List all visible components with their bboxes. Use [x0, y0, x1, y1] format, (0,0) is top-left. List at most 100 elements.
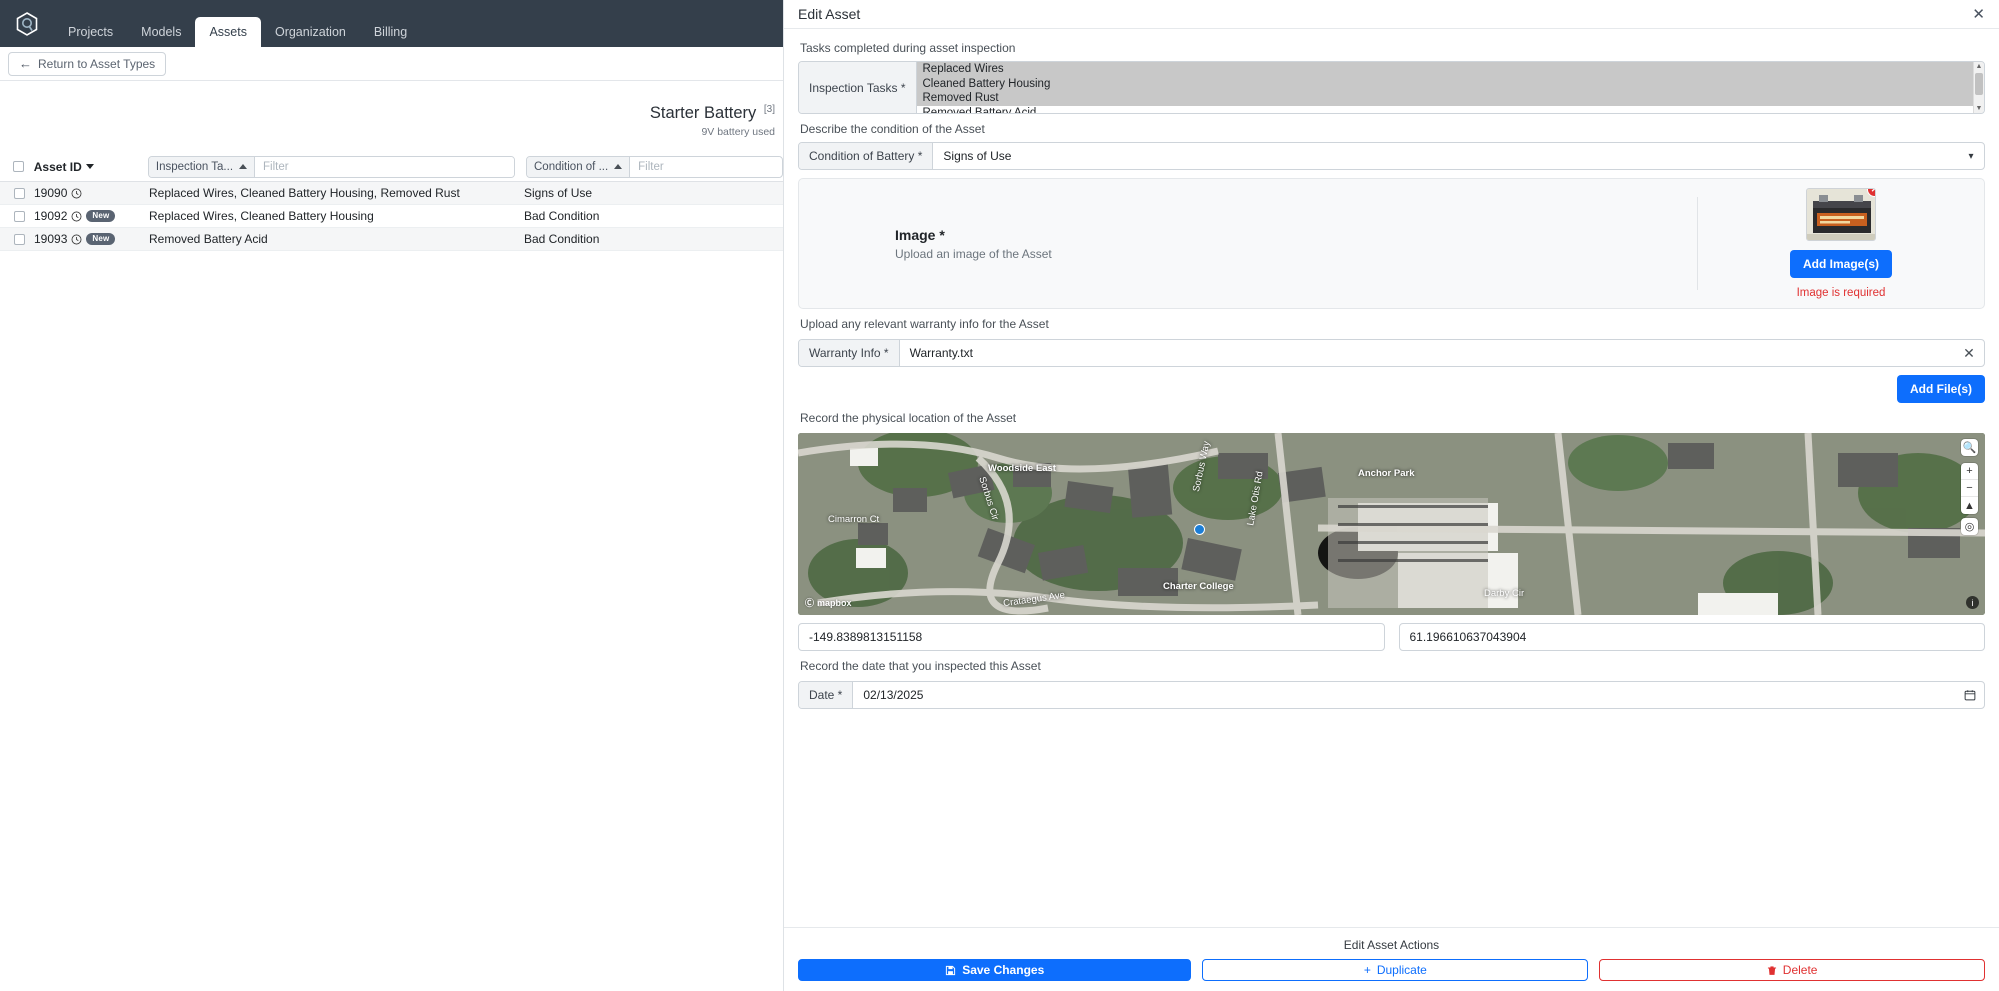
nav-tab-label: Projects	[68, 25, 114, 39]
inspection-tasks-multiselect[interactable]: Inspection Tasks * Replaced Wires Cleane…	[798, 61, 1985, 114]
add-files-button[interactable]: Add File(s)	[1897, 375, 1985, 403]
cell-condition: Bad Condition	[524, 209, 600, 223]
coordinates-row: -149.8389813151158 61.196610637043904	[798, 623, 1985, 651]
hexagon-logo-icon[interactable]	[6, 0, 48, 47]
scrollbar-thumb[interactable]	[1975, 73, 1983, 95]
calendar-icon[interactable]	[1956, 682, 1984, 708]
condition-filter-input[interactable]	[630, 156, 781, 177]
warranty-field-label: Warranty Info *	[799, 340, 900, 366]
inspection-date-field[interactable]: Date * 02/13/2025	[798, 681, 1985, 709]
add-images-button[interactable]: Add Image(s)	[1789, 250, 1892, 278]
delete-button[interactable]: Delete	[1599, 959, 1986, 981]
scroll-up-icon[interactable]: ▲	[1976, 62, 1983, 71]
zoom-out-icon[interactable]: −	[1961, 480, 1978, 497]
table-row[interactable]: 19093 New Removed Battery Acid Bad Condi…	[0, 228, 783, 251]
column-header-asset-id[interactable]: Asset ID	[34, 160, 148, 174]
edit-asset-panel: Edit Asset ✕ Tasks completed during asse…	[783, 0, 1999, 991]
nav-tab-assets[interactable]: Assets	[195, 17, 261, 47]
inspection-tasks-field-label: Inspection Tasks *	[799, 62, 917, 113]
inspection-tasks-scrollbar[interactable]: ▲ ▼	[1973, 62, 1984, 113]
option-removed-battery-acid[interactable]: Removed Battery Acid	[917, 106, 1974, 114]
option-cleaned-battery-housing[interactable]: Cleaned Battery Housing	[916, 76, 1973, 91]
warranty-file-name: Warranty.txt	[909, 346, 973, 360]
option-replaced-wires[interactable]: Replaced Wires	[916, 62, 1973, 77]
asset-count-badge: [3]	[763, 104, 775, 115]
cell-asset-id: 19093 New	[34, 232, 149, 246]
asset-id-value: 19090	[34, 186, 68, 200]
map-label-darby-cir: Darby Cir	[1484, 588, 1525, 599]
action-buttons-row: Save Changes + Duplicate Delete	[798, 959, 1986, 981]
save-changes-button[interactable]: Save Changes	[798, 959, 1192, 981]
row-checkbox[interactable]	[13, 210, 25, 222]
history-clock-icon[interactable]	[71, 188, 82, 199]
location-marker[interactable]	[1194, 524, 1205, 535]
select-all-checkbox[interactable]	[13, 161, 25, 172]
map-zoom-controls[interactable]: + − ▲	[1961, 463, 1978, 514]
condition-section-label: Describe the condition of the Asset	[800, 122, 985, 136]
inspection-tasks-filter-group[interactable]: Inspection Ta...	[147, 155, 515, 178]
duplicate-button-label: Duplicate	[1376, 963, 1427, 977]
geolocate-icon[interactable]: ◎	[1961, 518, 1978, 535]
image-required-error: Image is required	[1796, 287, 1886, 299]
sort-asc-icon	[239, 164, 248, 169]
nav-tab-organization[interactable]: Organization	[261, 17, 360, 47]
image-upload-controls: ✕ Add Image(s) Image is required	[1698, 179, 1984, 308]
compass-icon[interactable]: ▲	[1961, 497, 1978, 514]
back-arrow-icon: ←	[19, 56, 32, 71]
panel-body: Tasks completed during asset inspection …	[784, 29, 1999, 927]
image-thumbnail[interactable]: ✕	[1806, 188, 1876, 241]
select-all-checkbox-cell	[4, 161, 34, 172]
row-checkbox-cell	[4, 187, 34, 199]
close-icon[interactable]: ✕	[1972, 7, 1985, 22]
inspection-tasks-option-list[interactable]: Replaced Wires Cleaned Battery Housing R…	[916, 62, 1974, 114]
image-upload-card: Image * Upload an image of the Asset Add…	[798, 178, 1985, 309]
cell-inspection-tasks: Removed Battery Acid	[149, 232, 268, 246]
cell-asset-id: 19092 New	[34, 209, 149, 223]
longitude-input[interactable]: -149.8389813151158	[798, 623, 1385, 651]
map-search-control[interactable]: 🔍	[1961, 439, 1978, 456]
latitude-input[interactable]: 61.196610637043904	[1398, 623, 1985, 651]
search-icon[interactable]: 🔍	[1961, 439, 1978, 456]
return-to-asset-types-button[interactable]: ← Return to Asset Types	[8, 51, 167, 76]
mapbox-attribution[interactable]: Ⓒ mapbox	[805, 596, 852, 609]
location-map[interactable]: Woodside East Anchor Park Cimarron Ct So…	[798, 433, 1985, 615]
history-clock-icon[interactable]	[71, 211, 82, 222]
table-row[interactable]: 19092 New Replaced Wires, Cleaned Batter…	[0, 205, 783, 228]
map-geolocate-control[interactable]: ◎	[1961, 518, 1978, 535]
clear-file-icon[interactable]: ✕	[1954, 340, 1984, 366]
chevron-down-icon[interactable]: ▾	[1958, 143, 1984, 169]
asset-id-value: 19093	[34, 232, 68, 246]
date-value[interactable]: 02/13/2025	[853, 682, 1956, 708]
column-label: Inspection Ta...	[155, 160, 234, 173]
condition-column-header[interactable]: Condition of ...	[527, 156, 631, 177]
column-label: Condition of ...	[534, 160, 609, 173]
cell-condition: Signs of Use	[524, 186, 593, 200]
main-app-area: Projects Models Assets Organization Bill…	[0, 0, 783, 991]
row-checkbox[interactable]	[13, 187, 25, 199]
option-removed-rust[interactable]: Removed Rust	[916, 91, 1973, 106]
column-label: Asset ID	[33, 159, 82, 174]
add-files-row: Add File(s)	[798, 375, 1985, 403]
duplicate-button[interactable]: + Duplicate	[1202, 959, 1589, 981]
condition-of-battery-select[interactable]: Condition of Battery * Signs of Use ▾	[798, 142, 1985, 170]
map-info-icon[interactable]: i	[1966, 596, 1979, 609]
condition-filter-group[interactable]: Condition of ...	[526, 155, 783, 178]
map-label-woodside-east: Woodside East	[988, 463, 1056, 474]
scroll-down-icon[interactable]: ▼	[1976, 104, 1983, 113]
panel-header: Edit Asset ✕	[784, 0, 1999, 29]
row-checkbox[interactable]	[13, 233, 25, 245]
inspection-tasks-column-header[interactable]: Inspection Ta...	[148, 156, 256, 177]
history-clock-icon[interactable]	[71, 234, 82, 245]
map-label-cimarron-ct: Cimarron Ct	[828, 514, 880, 525]
inspection-tasks-filter-input[interactable]	[255, 156, 514, 177]
nav-tab-billing[interactable]: Billing	[360, 17, 421, 47]
sort-desc-icon	[85, 164, 94, 169]
nav-tab-models[interactable]: Models	[127, 17, 195, 47]
zoom-in-icon[interactable]: +	[1961, 463, 1978, 480]
nav-tab-projects[interactable]: Projects	[54, 17, 127, 47]
cell-condition: Bad Condition	[524, 232, 600, 246]
trash-icon	[1767, 965, 1776, 975]
warranty-info-field[interactable]: Warranty Info * Warranty.txt ✕	[798, 339, 1985, 367]
delete-button-label: Delete	[1782, 963, 1818, 977]
table-row[interactable]: 19090 Replaced Wires, Cleaned Battery Ho…	[0, 182, 783, 205]
